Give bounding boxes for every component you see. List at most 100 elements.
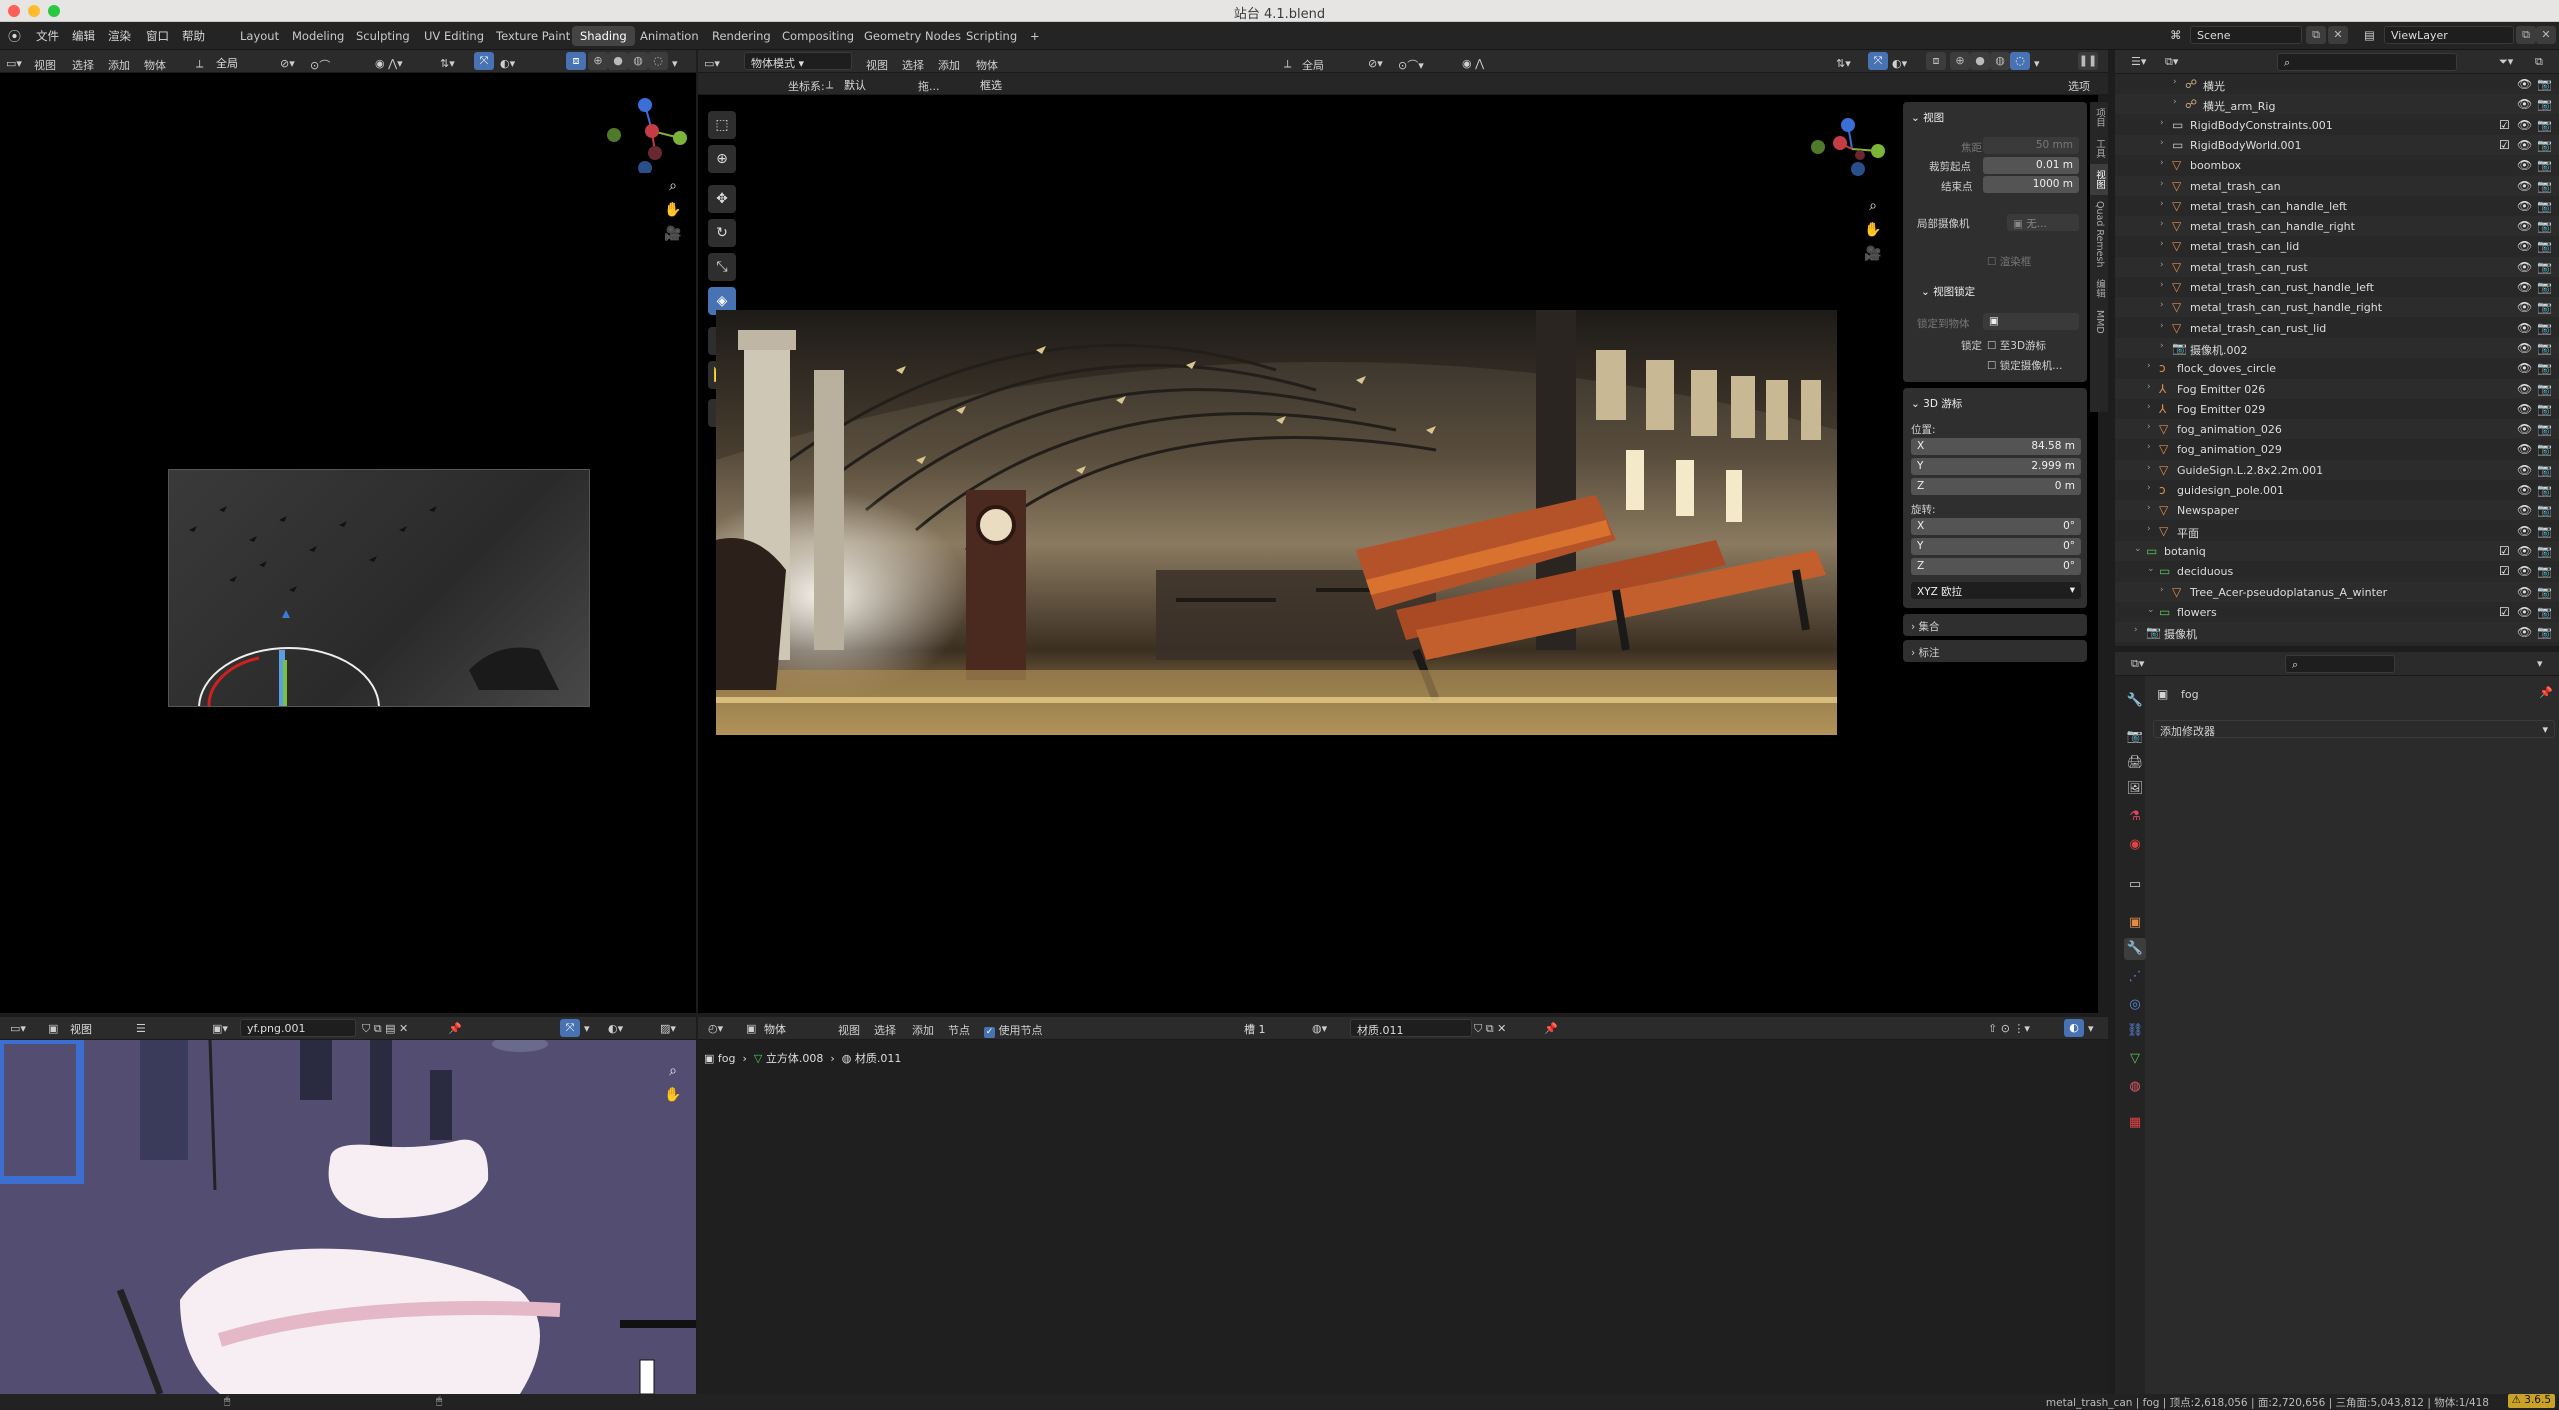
breadcrumb-material[interactable]: 材质.011 [855, 1052, 902, 1065]
render-visibility-icon[interactable]: 📷 [2537, 625, 2552, 639]
output-tab-icon[interactable]: 🖨 [2124, 752, 2146, 774]
collection-tab-icon[interactable]: ▭ [2124, 874, 2146, 896]
pivot-icon[interactable]: ⊘▾ [280, 57, 295, 70]
lock-camera-checkbox[interactable]: ☐ 锁定摄像机... [1987, 358, 2062, 373]
material-browse-icon[interactable]: ◍▾ [1312, 1022, 1327, 1035]
main-pan-icon[interactable]: ✋ [1862, 219, 1884, 241]
image-view-selector[interactable]: 视图 [64, 1019, 134, 1037]
breadcrumb-mesh[interactable]: 立方体.008 [766, 1052, 824, 1065]
outliner-row[interactable]: › ▭ RigidBodyConstraints.001 ☑ 👁 📷 [2115, 115, 2559, 135]
visibility-eye-icon[interactable]: 👁 [2517, 402, 2532, 416]
image-pin-icon[interactable]: 📌 [448, 1022, 462, 1035]
visibility-eye-icon[interactable]: 👁 [2517, 260, 2532, 274]
pin-icon[interactable]: 📌 [2539, 686, 2553, 699]
delete-scene-button[interactable]: ✕ [2328, 26, 2348, 44]
main-camera-icon[interactable]: 🎥 [1862, 243, 1884, 265]
pause-render-button[interactable]: ❚❚ [2078, 52, 2098, 70]
render-visibility-icon[interactable]: 📷 [2537, 280, 2552, 294]
outliner-row[interactable]: › ☍ 横光_arm_Rig 👁 📷 [2115, 94, 2559, 115]
texture-tab-icon[interactable]: ▦ [2124, 1112, 2146, 1134]
menu-render[interactable]: 渲染 [108, 28, 131, 44]
render-visibility-icon[interactable]: 📷 [2537, 300, 2552, 314]
visibility-eye-icon[interactable]: 👁 [2517, 321, 2532, 335]
render-visibility-icon[interactable]: 📷 [2537, 585, 2552, 599]
expand-arrow-icon[interactable]: ⌄ [2134, 544, 2142, 554]
main-show-gizmo-icon[interactable]: ⇅▾ [1836, 57, 1851, 70]
main-gizmo-toggle[interactable]: ⤧ [1868, 52, 1888, 70]
outliner-row[interactable]: › ▭ RigidBodyWorld.001 ☑ 👁 📷 [2115, 134, 2559, 155]
menu-help[interactable]: 帮助 [182, 28, 205, 44]
cursor-rot-z-field[interactable]: Z 0° [1911, 558, 2081, 575]
main-menu-add[interactable]: 添加 [938, 57, 960, 73]
breadcrumb-object[interactable]: fog [718, 1052, 736, 1065]
navigation-gizmo-icon[interactable] [600, 83, 690, 173]
visibility-eye-icon[interactable]: 👁 [2517, 300, 2532, 314]
camera-view-icon[interactable]: 🎥 [662, 223, 684, 245]
expand-arrow-icon[interactable]: › [2160, 219, 2164, 229]
particles-tab-icon[interactable]: ⋰ [2124, 966, 2146, 988]
image-display-channels-icon[interactable]: ▨▾ [660, 1022, 676, 1035]
visibility-eye-icon[interactable]: 👁 [2517, 280, 2532, 294]
data-tab-icon[interactable]: ▽ [2124, 1048, 2146, 1070]
render-visibility-icon[interactable]: 📷 [2537, 503, 2552, 517]
lock-to-3d-cursor-checkbox[interactable]: ☐ 至3D游标 [1987, 338, 2046, 353]
main-menu-view[interactable]: 视图 [866, 57, 888, 73]
main-wireframe-button[interactable]: ⊕ [1950, 52, 1970, 70]
visibility-eye-icon[interactable]: 👁 [2517, 341, 2532, 355]
delete-view-layer-button[interactable]: ✕ [2536, 26, 2556, 44]
visibility-eye-icon[interactable]: 👁 [2517, 564, 2532, 578]
rotation-mode-selector[interactable]: XYZ 欧拉 ▾ [1911, 582, 2081, 599]
visibility-eye-icon[interactable]: 👁 [2517, 422, 2532, 436]
node-pin-icon[interactable]: 📌 [1544, 1022, 1558, 1035]
visibility-eye-icon[interactable]: 👁 [2517, 219, 2532, 233]
node-editor-type-icon[interactable]: ◴▾ [708, 1022, 723, 1035]
main-zoom-icon[interactable]: ⌕ [1862, 195, 1884, 217]
visibility-eye-icon[interactable]: 👁 [2517, 483, 2532, 497]
image-browse-icon[interactable]: ▣▾ [212, 1022, 228, 1035]
render-visibility-icon[interactable]: 📷 [2537, 199, 2552, 213]
tab-animation[interactable]: Animation [632, 26, 707, 46]
cursor-panel-header[interactable]: ⌄ 3D 游标 [1911, 396, 1962, 411]
node-overlay-toggle[interactable]: ◐ [2064, 1019, 2084, 1037]
collections-panel[interactable]: › 集合 [1903, 614, 2087, 636]
visibility-eye-icon[interactable]: 👁 [2517, 97, 2532, 111]
menu-edit[interactable]: 编辑 [72, 28, 95, 44]
main-xray-toggle[interactable]: ⧈ [1926, 52, 1946, 70]
properties-editor-type-icon[interactable]: ⧉▾ [2131, 657, 2144, 671]
expand-arrow-icon[interactable]: › [2147, 402, 2151, 412]
expand-arrow-icon[interactable]: › [2160, 179, 2164, 189]
expand-arrow-icon[interactable]: › [2147, 463, 2151, 473]
new-scene-button[interactable]: ⧉ [2306, 26, 2326, 44]
tool-tab-icon[interactable]: 🔧 [2124, 690, 2146, 712]
outliner-row[interactable]: › ▽ Newspaper 👁 📷 [2115, 500, 2559, 521]
render-visibility-icon[interactable]: 📷 [2537, 483, 2552, 497]
node-menu-node[interactable]: 节点 [948, 1022, 970, 1038]
shading-options-icon[interactable]: ▾ [672, 57, 678, 70]
render-visibility-icon[interactable]: 📷 [2537, 179, 2552, 193]
outliner-row[interactable]: › ▽ boombox 👁 📷 [2115, 155, 2559, 175]
tab-shading[interactable]: Shading [572, 26, 635, 46]
left-menu-object[interactable]: 物体 [144, 57, 166, 73]
node-editor-canvas[interactable]: ▣ fog › ▽ 立方体.008 › ◍ 材质.011 [698, 1040, 2108, 1394]
annotations-panel[interactable]: › 标注 [1903, 640, 2087, 662]
render-tab-icon[interactable]: 📷 [2124, 726, 2146, 748]
outliner-row[interactable]: › ▽ GuideSign.L.2.8x2.2m.001 👁 📷 [2115, 459, 2559, 480]
visibility-eye-icon[interactable]: 👁 [2517, 138, 2532, 152]
left-transform-orientation[interactable]: 全局 [210, 53, 270, 71]
outliner-row[interactable]: › ▽ metal_trash_can_rust 👁 📷 [2115, 256, 2559, 277]
cursor-rot-y-field[interactable]: Y 0° [1911, 538, 2081, 555]
visibility-eye-icon[interactable]: 👁 [2517, 585, 2532, 599]
filter-icon[interactable]: ⏷▾ [2499, 55, 2513, 69]
tab-layout[interactable]: Layout [232, 26, 287, 46]
main-proportional-icon[interactable]: ◉ ⋀ [1462, 57, 1484, 70]
sidebar-tab-edit[interactable]: 编辑 [2090, 273, 2108, 304]
expand-arrow-icon[interactable]: › [2160, 585, 2164, 595]
render-visibility-icon[interactable]: 📷 [2537, 524, 2552, 538]
snap-icon[interactable]: ⊙⌒ [310, 57, 330, 73]
lock-object-field[interactable]: ▣ [1983, 313, 2079, 330]
outliner-row[interactable]: › ▽ fog_animation_029 👁 📷 [2115, 439, 2559, 459]
render-visibility-icon[interactable]: 📷 [2537, 564, 2552, 578]
view-layer-tab-icon[interactable]: 🖼 [2124, 778, 2146, 800]
node-menu-add[interactable]: 添加 [912, 1022, 934, 1038]
image-gizmo-options-icon[interactable]: ▾ [584, 1022, 590, 1035]
